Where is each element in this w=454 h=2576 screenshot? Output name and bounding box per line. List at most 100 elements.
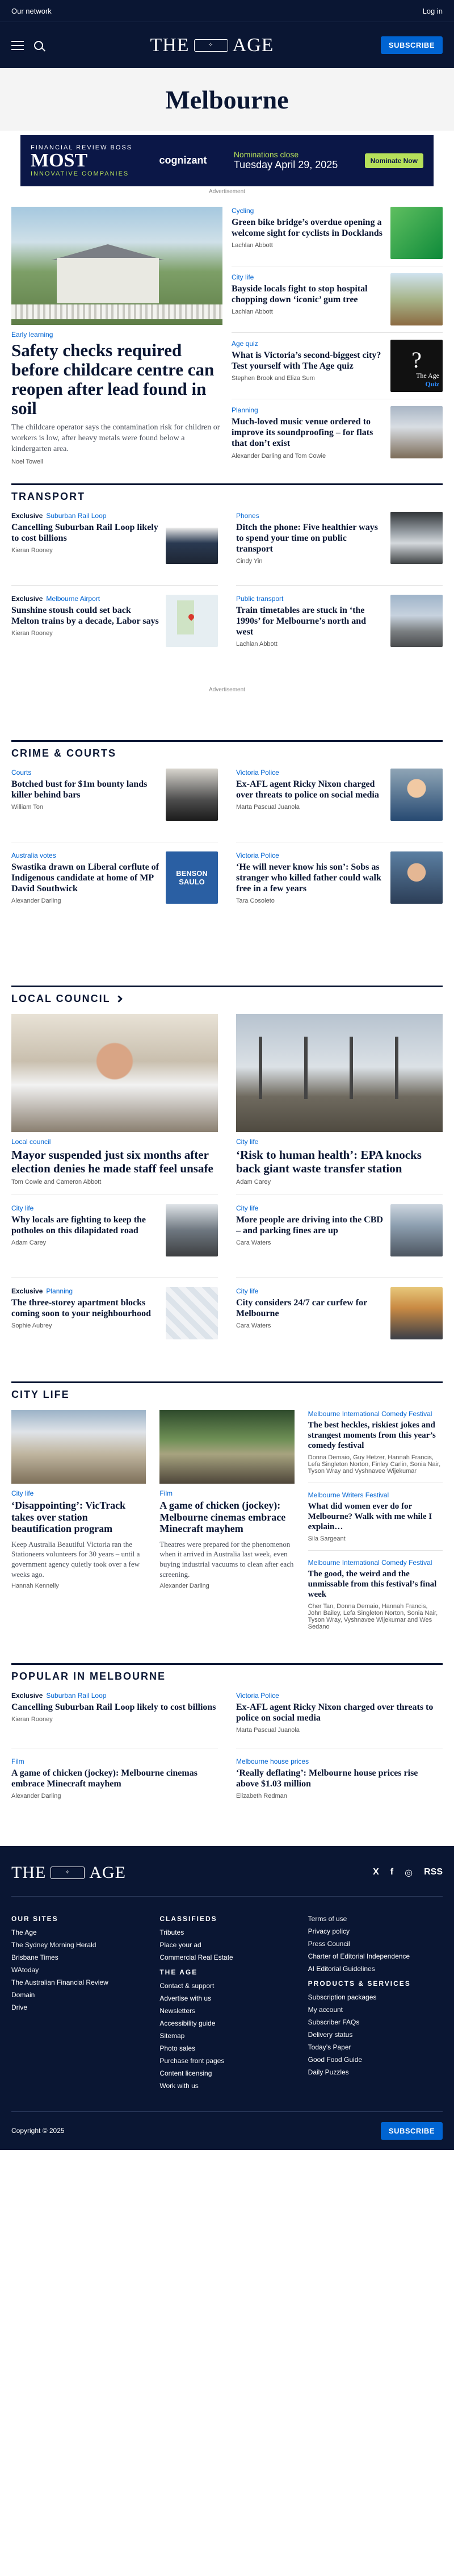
story-card[interactable]: Victoria Police Ex-AFL agent Ricky Nixon…	[236, 768, 443, 842]
lead-story[interactable]: Early learning Safety checks required be…	[11, 207, 222, 466]
map-thumbnail[interactable]	[166, 594, 218, 647]
story-headline[interactable]: Swastika drawn on Liberal corflute of In…	[11, 862, 159, 895]
footer-link[interactable]: Press Council	[308, 1940, 350, 1948]
story-headline[interactable]: Ex-AFL agent Ricky Nixon charged over th…	[236, 1702, 443, 1723]
story-byline[interactable]: Lachlan Abbott	[232, 308, 384, 315]
footer-link[interactable]: The Sydney Morning Herald	[11, 1941, 96, 1949]
footer-link[interactable]: Today’s Paper	[308, 2043, 351, 2051]
lead-kicker[interactable]: Early learning	[11, 331, 222, 339]
footer-link[interactable]: Tributes	[159, 1928, 184, 1936]
story-headline[interactable]: A game of chicken (jockey): Melbourne ci…	[159, 1500, 294, 1535]
story-headline[interactable]: Ditch the phone: Five healthier ways to …	[236, 522, 384, 555]
story-kicker[interactable]: Melbourne Writers Festival	[308, 1491, 443, 1499]
story-image[interactable]	[236, 1013, 443, 1132]
story-byline[interactable]: Lachlan Abbott	[236, 641, 384, 648]
footer-link[interactable]: Advertise with us	[159, 1994, 211, 2002]
list-item[interactable]: Planning Much-loved music venue ordered …	[232, 399, 443, 466]
story-kicker[interactable]: Public transport	[236, 595, 384, 603]
ad-banner[interactable]: FINANCIAL REVIEW BOSS MOST INNOVATIVE CO…	[20, 135, 434, 186]
story-headline[interactable]: Why locals are fighting to keep the poth…	[11, 1214, 159, 1236]
story-headline[interactable]: City considers 24/7 car curfew for Melbo…	[236, 1297, 384, 1319]
feature-story[interactable]: City life ‘Risk to human health’: EPA kn…	[236, 1013, 443, 1195]
story-thumbnail[interactable]	[390, 851, 443, 904]
story-card[interactable]: Australia votes Swastika drawn on Libera…	[11, 851, 218, 925]
footer-link[interactable]: Drive	[11, 2003, 27, 2011]
story-byline[interactable]: Tara Cosoleto	[236, 897, 384, 904]
story-byline[interactable]: Alexander Darling and Tom Cowie	[232, 453, 384, 460]
story-kicker[interactable]: Planning	[232, 406, 384, 414]
footer-link[interactable]: Delivery status	[308, 2031, 353, 2039]
list-item[interactable]: Melbourne International Comedy Festival …	[308, 1410, 443, 1483]
list-item[interactable]: Melbourne International Comedy Festival …	[308, 1559, 443, 1638]
story-card[interactable]: City life Why locals are fighting to kee…	[11, 1204, 218, 1278]
story-headline[interactable]: The three-storey apartment blocks coming…	[11, 1297, 159, 1319]
story-headline[interactable]: Cancelling Suburban Rail Loop likely to …	[11, 1702, 218, 1713]
story-kicker[interactable]: Suburban Rail Loop	[46, 512, 106, 520]
list-item[interactable]: City life Bayside locals fight to stop h…	[232, 266, 443, 333]
story-kicker[interactable]: Planning	[46, 1287, 73, 1295]
story-byline[interactable]: Kieran Rooney	[11, 547, 159, 554]
story-card[interactable]: Melbourne house prices ‘Really deflating…	[236, 1757, 443, 1814]
lead-headline[interactable]: Safety checks required before childcare …	[11, 340, 222, 418]
our-network-link[interactable]: Our network	[11, 7, 52, 15]
story-kicker[interactable]: Victoria Police	[236, 769, 384, 776]
footer-link[interactable]: Place your ad	[159, 1941, 201, 1949]
story-kicker[interactable]: Melbourne house prices	[236, 1757, 443, 1765]
story-headline[interactable]: ‘Risk to human health’: EPA knocks back …	[236, 1148, 443, 1175]
story-headline[interactable]: ‘Really deflating’: Melbourne house pric…	[236, 1768, 443, 1789]
feature-story[interactable]: Local council Mayor suspended just six m…	[11, 1013, 218, 1195]
story-byline[interactable]: Marta Pascual Juanola	[236, 804, 384, 811]
corflute-thumbnail[interactable]: BENSON SAULO	[166, 851, 218, 904]
story-headline[interactable]: The best heckles, riskiest jokes and str…	[308, 1420, 443, 1451]
footer-link[interactable]: The Australian Financial Review	[11, 1978, 108, 1986]
story-kicker[interactable]: Age quiz	[232, 340, 384, 348]
story-card[interactable]: Exclusive Suburban Rail Loop Cancelling S…	[11, 511, 218, 586]
story-byline[interactable]: Cara Waters	[236, 1322, 384, 1329]
story-byline[interactable]: Adam Carey	[11, 1239, 159, 1246]
footer-link[interactable]: Brisbane Times	[11, 1953, 58, 1961]
story-headline[interactable]: Mayor suspended just six months after el…	[11, 1148, 218, 1175]
story-headline[interactable]: What is Victoria’s second-biggest city? …	[232, 350, 384, 371]
footer-link[interactable]: Subscription packages	[308, 1993, 377, 2001]
story-thumbnail[interactable]	[390, 1204, 443, 1256]
story-card[interactable]: Exclusive Planning The three-storey apart…	[11, 1287, 218, 1361]
footer-link[interactable]: Photo sales	[159, 2044, 195, 2052]
story-headline[interactable]: Ex-AFL agent Ricky Nixon charged over th…	[236, 779, 384, 800]
footer-link[interactable]: Charter of Editorial Independence	[308, 1952, 410, 1960]
story-byline[interactable]: William Ton	[11, 804, 159, 811]
story-card[interactable]: Courts Botched bust for $1m bounty lands…	[11, 768, 218, 842]
story-byline[interactable]: Cara Waters	[236, 1239, 384, 1246]
story-image[interactable]	[159, 1409, 295, 1484]
story-kicker[interactable]: Melbourne International Comedy Festival	[308, 1410, 443, 1418]
footer-link[interactable]: Subscriber FAQs	[308, 2018, 360, 2026]
footer-link[interactable]: The Age	[11, 1928, 37, 1936]
story-kicker[interactable]: Victoria Police	[236, 851, 384, 859]
story-thumbnail[interactable]	[166, 1287, 218, 1339]
story-headline[interactable]: Much-loved music venue ordered to improv…	[232, 416, 384, 449]
section-title[interactable]: CRIME & COURTS	[11, 748, 443, 759]
footer-subscribe-button[interactable]: SUBSCRIBE	[380, 2122, 443, 2140]
story-thumbnail[interactable]	[390, 1287, 443, 1339]
feature-story[interactable]: City life ‘Disappointing’: VicTrack take…	[11, 1409, 146, 1646]
story-headline[interactable]: More people are driving into the CBD – a…	[236, 1214, 384, 1236]
story-byline[interactable]: Donna Demaio, Guy Hetzer, Hannah Francis…	[308, 1454, 443, 1475]
footer-link[interactable]: Content licensing	[159, 2069, 212, 2077]
story-kicker[interactable]: Film	[159, 1489, 294, 1497]
section-title[interactable]: CITY LIFE	[11, 1389, 443, 1401]
story-kicker[interactable]: City life	[11, 1204, 159, 1212]
story-thumbnail[interactable]	[390, 207, 443, 259]
footer-link[interactable]: Daily Puzzles	[308, 2068, 349, 2076]
lead-byline[interactable]: Noel Towell	[11, 458, 222, 465]
story-kicker[interactable]: City life	[232, 273, 384, 281]
story-thumbnail[interactable]	[390, 273, 443, 325]
story-byline[interactable]: Elizabeth Redman	[236, 1793, 443, 1800]
footer-link[interactable]: Purchase front pages	[159, 2057, 224, 2065]
story-kicker[interactable]: Film	[11, 1757, 218, 1765]
story-card[interactable]: Victoria Police ‘He will never know his …	[236, 851, 443, 925]
story-thumbnail[interactable]	[390, 768, 443, 821]
story-card[interactable]: Victoria Police Ex-AFL agent Ricky Nixon…	[236, 1692, 443, 1748]
story-byline[interactable]: Kieran Rooney	[11, 630, 159, 637]
footer-link[interactable]: WAtoday	[11, 1966, 39, 1974]
story-kicker[interactable]: Melbourne International Comedy Festival	[308, 1559, 443, 1567]
story-thumbnail[interactable]	[166, 768, 218, 821]
